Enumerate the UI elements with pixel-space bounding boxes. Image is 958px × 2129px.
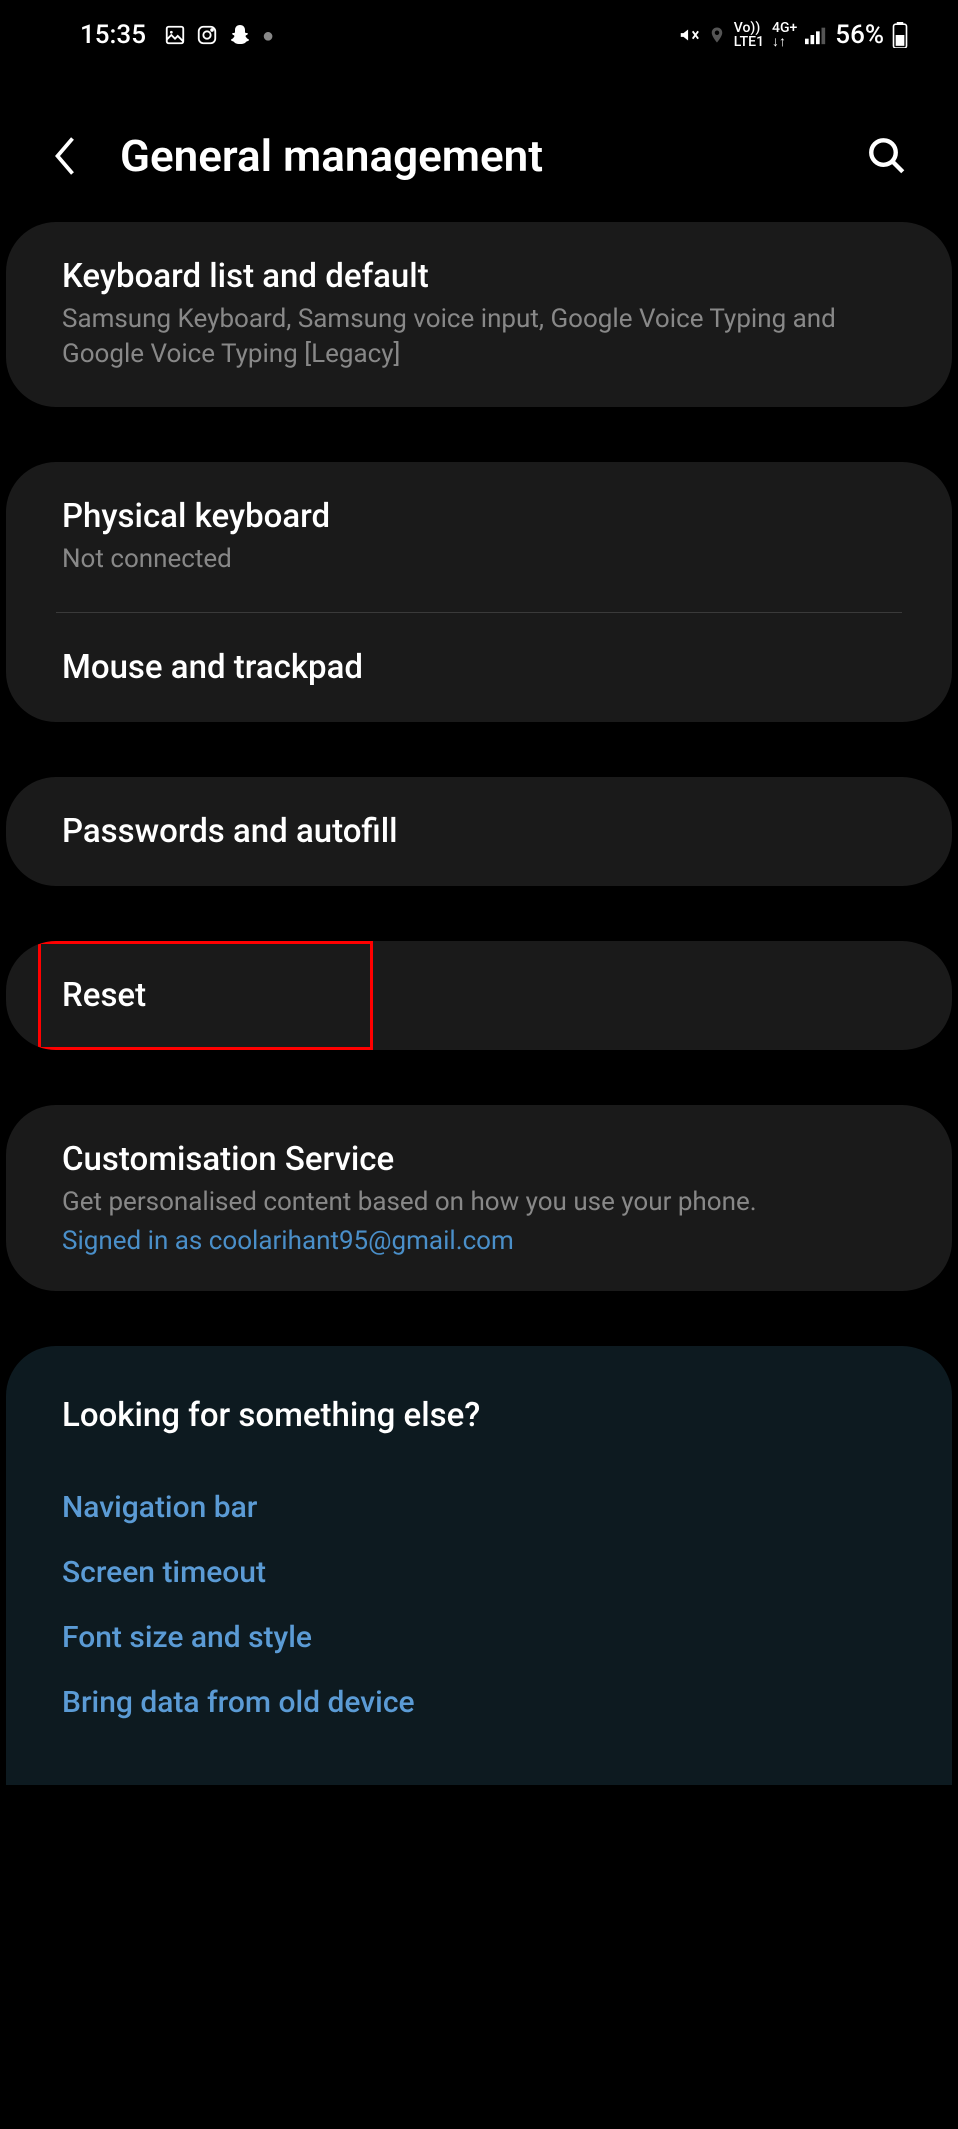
snapchat-icon [228, 23, 252, 47]
instagram-icon [196, 24, 218, 46]
signal-icon [805, 25, 827, 45]
item-reset[interactable]: Reset [6, 941, 952, 1050]
image-icon [164, 24, 186, 46]
dot-icon: ● [262, 23, 274, 48]
card-reset: Reset [6, 941, 952, 1050]
footer-link-bring-data[interactable]: Bring data from old device [62, 1670, 896, 1735]
card-footer: Looking for something else? Navigation b… [6, 1346, 952, 1785]
card-customisation: Customisation Service Get personalised c… [6, 1105, 952, 1291]
item-subtitle: Not connected [62, 542, 896, 577]
status-right: Vo))LTE1 4G+↓↑ 56% [678, 20, 908, 50]
location-icon [708, 25, 726, 45]
search-icon[interactable] [866, 135, 908, 177]
header: General management [0, 70, 958, 222]
volte-icon: Vo))LTE1 [734, 21, 764, 49]
content: Keyboard list and default Samsung Keyboa… [0, 222, 958, 1785]
status-left: 15:35 ● [80, 20, 274, 50]
item-title: Customisation Service [62, 1140, 896, 1179]
footer-link-font-size[interactable]: Font size and style [62, 1605, 896, 1670]
4g-icon: 4G+↓↑ [772, 21, 797, 49]
item-physical-keyboard[interactable]: Physical keyboard Not connected [6, 462, 952, 612]
item-account-link: Signed in as coolarihant95@gmail.com [62, 1226, 896, 1256]
footer-link-navigation-bar[interactable]: Navigation bar [62, 1475, 896, 1540]
item-title: Mouse and trackpad [62, 648, 896, 687]
item-subtitle: Get personalised content based on how yo… [62, 1185, 896, 1220]
mute-icon [678, 24, 700, 46]
item-subtitle: Samsung Keyboard, Samsung voice input, G… [62, 302, 896, 372]
item-keyboard-list[interactable]: Keyboard list and default Samsung Keyboa… [6, 222, 952, 407]
item-title: Passwords and autofill [62, 812, 896, 851]
status-bar: 15:35 ● Vo))LTE1 4G+↓↑ 56% [0, 0, 958, 70]
battery-percent: 56% [835, 20, 884, 50]
back-icon[interactable] [50, 136, 80, 176]
page-title: General management [120, 130, 826, 182]
footer-link-screen-timeout[interactable]: Screen timeout [62, 1540, 896, 1605]
card-keyboard: Keyboard list and default Samsung Keyboa… [6, 222, 952, 407]
card-passwords: Passwords and autofill [6, 777, 952, 886]
item-passwords-autofill[interactable]: Passwords and autofill [6, 777, 952, 886]
status-time: 15:35 [80, 20, 146, 50]
battery-icon [892, 22, 908, 48]
card-input: Physical keyboard Not connected Mouse an… [6, 462, 952, 722]
footer-title: Looking for something else? [62, 1396, 896, 1435]
item-title: Physical keyboard [62, 497, 896, 536]
item-title: Keyboard list and default [62, 257, 896, 296]
item-customisation[interactable]: Customisation Service Get personalised c… [6, 1105, 952, 1291]
item-title: Reset [62, 976, 896, 1015]
item-mouse-trackpad[interactable]: Mouse and trackpad [6, 613, 952, 722]
